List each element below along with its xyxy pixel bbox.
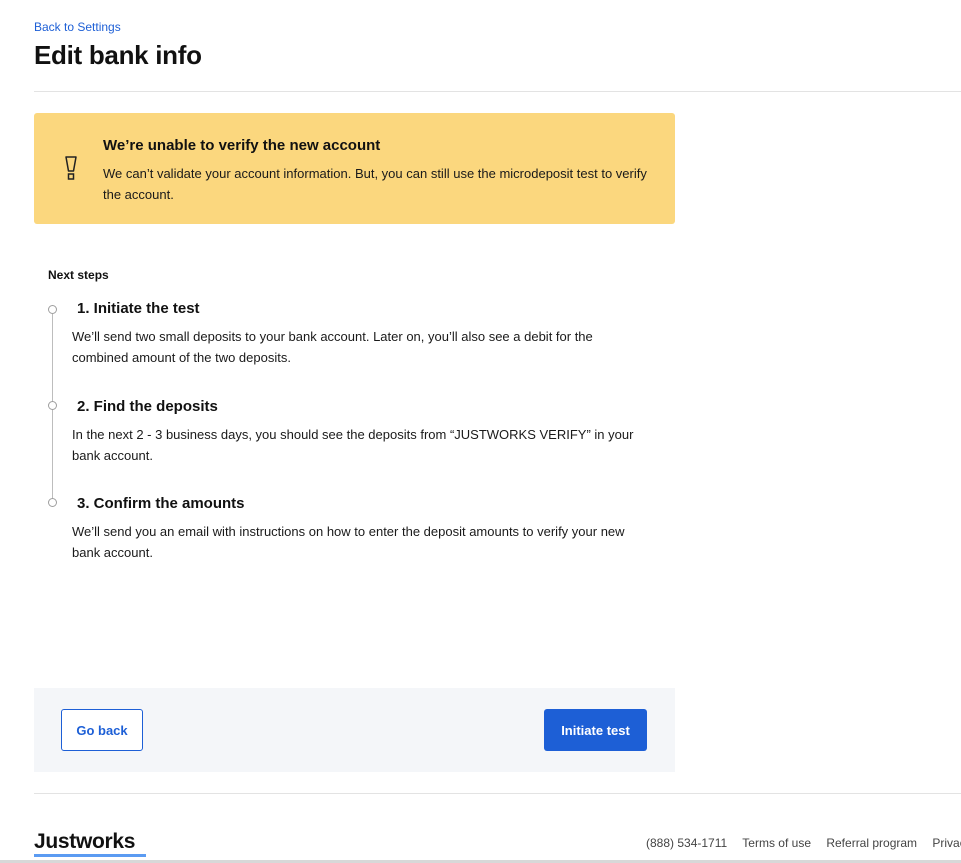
- step-2-marker: [48, 401, 57, 410]
- step-3-description: We’ll send you an email with instruction…: [72, 524, 625, 560]
- terms-of-use-link[interactable]: Terms of use: [742, 836, 811, 850]
- next-steps-label: Next steps: [48, 268, 109, 282]
- alert-title: We’re unable to verify the new account: [103, 137, 381, 154]
- footer-links: (888) 534-1711 Terms of use Referral pro…: [646, 836, 961, 850]
- step-2-title: 2. Find the deposits: [77, 398, 218, 415]
- logo-underline: [34, 854, 146, 857]
- alert-body: We can’t validate your account informati…: [103, 166, 647, 202]
- privacy-link[interactable]: Privacy: [932, 836, 961, 850]
- step-1-marker: [48, 305, 57, 314]
- exclamation-icon: [64, 155, 78, 181]
- step-3-title: 3. Confirm the amounts: [77, 495, 245, 512]
- back-to-settings-link[interactable]: Back to Settings: [34, 20, 121, 34]
- footer-phone: (888) 534-1711: [646, 836, 728, 850]
- step-1-description: We’ll send two small deposits to your ba…: [72, 329, 593, 365]
- go-back-button[interactable]: Go back: [61, 709, 143, 751]
- action-bar: Go back Initiate test: [34, 688, 675, 772]
- page-title: Edit bank info: [34, 40, 202, 70]
- justworks-logo[interactable]: Justworks: [34, 830, 135, 854]
- initiate-test-button[interactable]: Initiate test: [544, 709, 647, 751]
- step-3-marker: [48, 498, 57, 507]
- header-divider: [34, 91, 961, 92]
- referral-program-link[interactable]: Referral program: [826, 836, 917, 850]
- footer-divider: [34, 793, 961, 794]
- verification-alert: We’re unable to verify the new account W…: [34, 113, 675, 224]
- step-2-description: In the next 2 - 3 business days, you sho…: [72, 427, 634, 463]
- step-1-title: 1. Initiate the test: [77, 300, 200, 317]
